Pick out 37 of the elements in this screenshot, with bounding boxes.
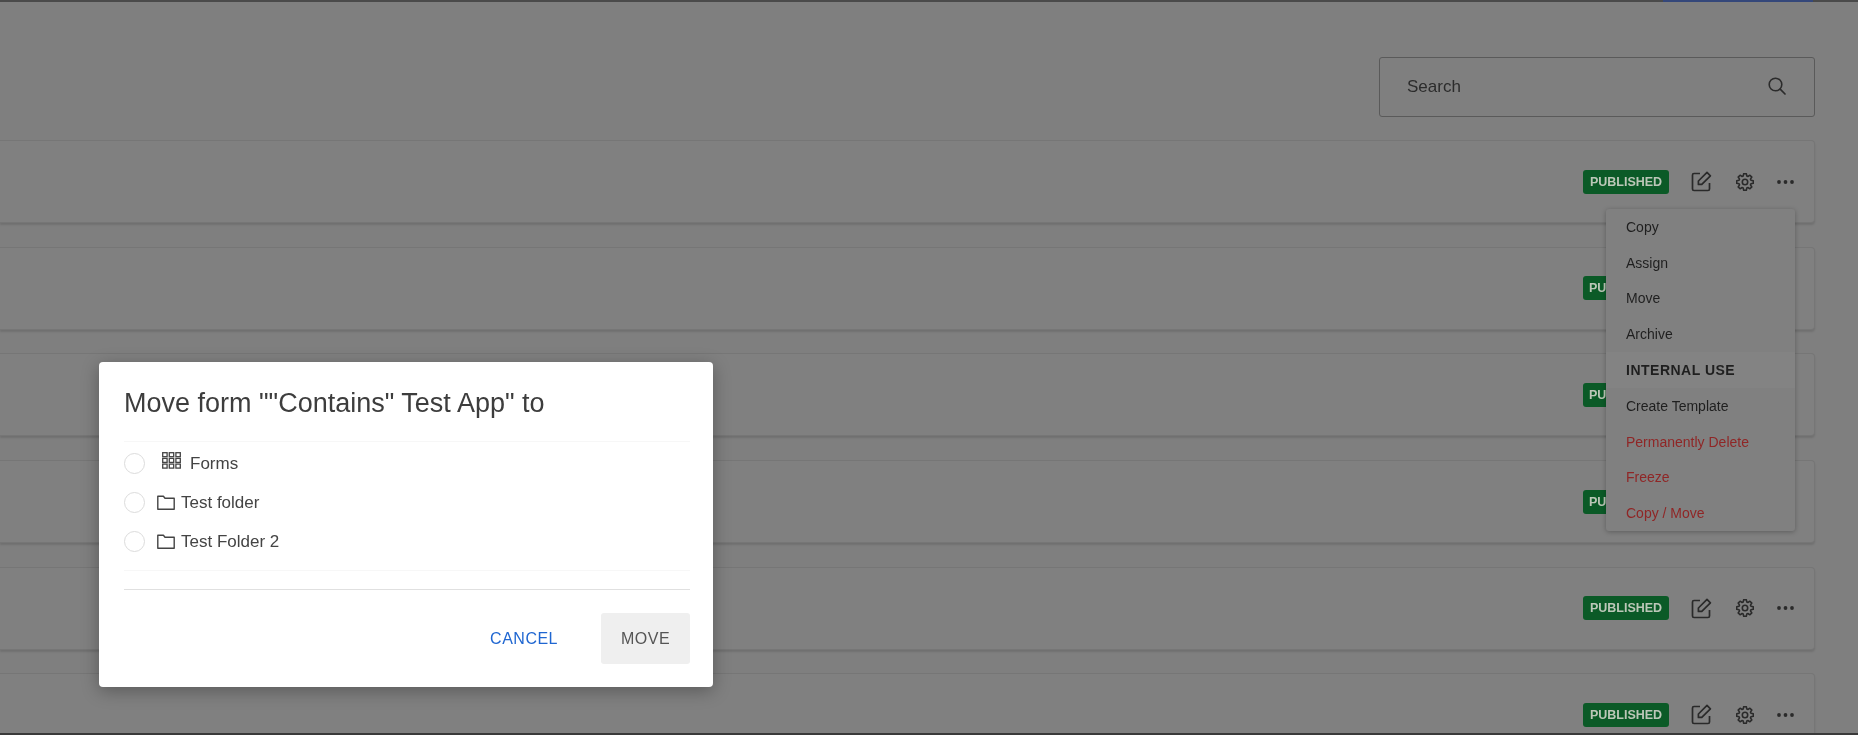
status-badge: PU (1583, 489, 1607, 514)
menu-item[interactable]: Freeze (1606, 459, 1795, 496)
dialog-title: Move form ""Contains" Test App" to (124, 387, 546, 419)
status-badge: PUBLISHED (1583, 169, 1669, 194)
menu-item[interactable]: Archive (1606, 316, 1795, 353)
menu-item[interactable]: Create Template (1606, 388, 1795, 424)
edit-icon[interactable] (1691, 704, 1712, 726)
gear-icon[interactable] (1735, 599, 1754, 618)
gear-icon[interactable] (1735, 705, 1754, 724)
status-badge: PU (1583, 276, 1607, 301)
cancel-button[interactable]: CANCEL (474, 613, 574, 664)
menu-item[interactable]: Assign (1606, 244, 1795, 281)
gear-icon[interactable] (1735, 172, 1754, 191)
menu-item[interactable]: Copy / Move (1606, 495, 1795, 532)
folder-icon (157, 495, 175, 510)
more-icon[interactable] (1777, 712, 1794, 717)
menu-item[interactable]: Permanently Delete (1606, 423, 1795, 460)
more-icon[interactable] (1777, 179, 1794, 184)
more-icon[interactable] (1777, 606, 1794, 611)
radio-button[interactable] (124, 531, 145, 552)
menu-item[interactable]: Copy (1606, 209, 1795, 245)
grid-icon (162, 452, 181, 469)
edit-icon[interactable] (1691, 171, 1712, 192)
search-field[interactable]: Search (1379, 57, 1815, 117)
status-badge: PUBLISHED (1583, 702, 1669, 727)
search-icon[interactable] (1768, 77, 1786, 95)
status-badge: PUBLISHED (1583, 596, 1669, 621)
menu-section-header: INTERNAL USE (1606, 352, 1795, 388)
radio-button[interactable] (124, 492, 145, 513)
option-label[interactable]: Forms (190, 453, 239, 474)
status-badge: PU (1583, 382, 1607, 407)
folder-icon (157, 534, 175, 549)
option-label[interactable]: Test folder (181, 492, 260, 513)
edit-icon[interactable] (1691, 597, 1712, 619)
option-label[interactable]: Test Folder 2 (181, 531, 280, 552)
radio-button[interactable] (124, 453, 145, 474)
menu-item[interactable]: Move (1606, 280, 1795, 317)
